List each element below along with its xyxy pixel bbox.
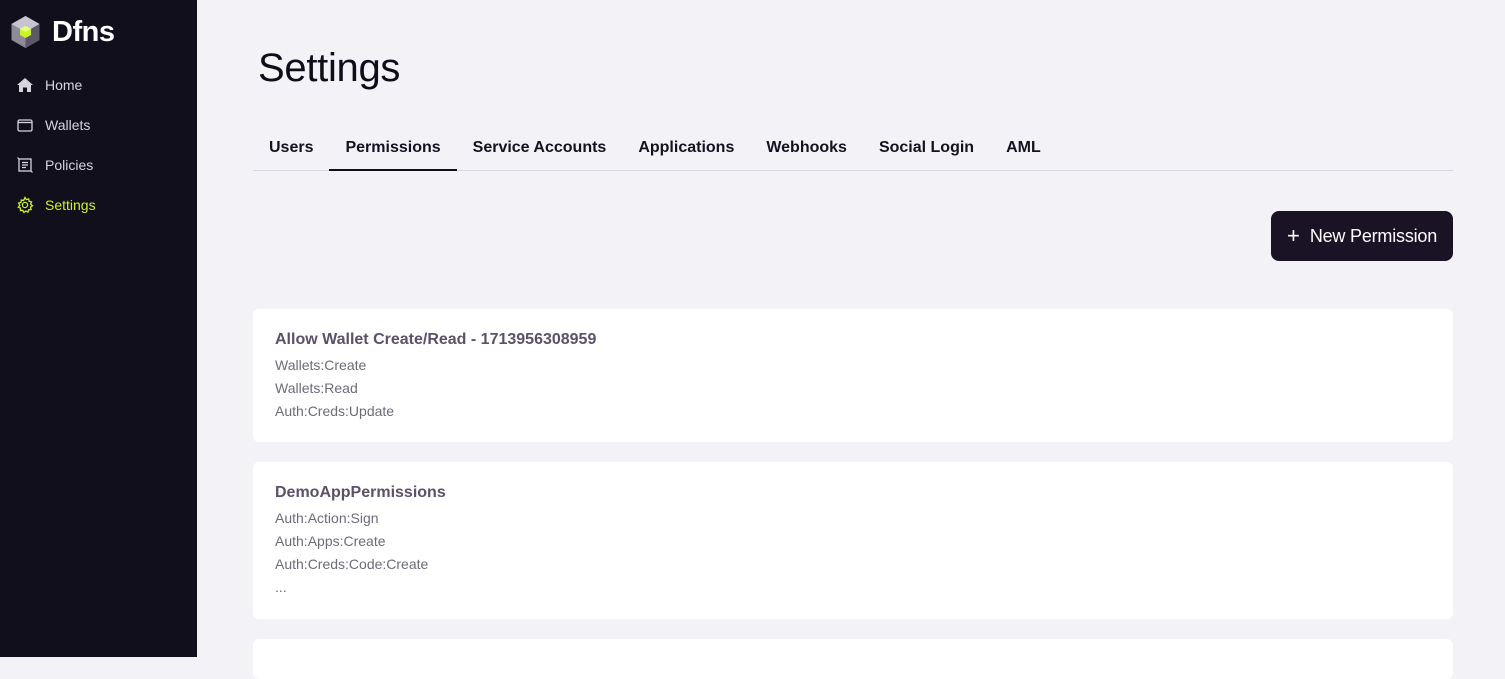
sidebar-item-label: Settings bbox=[45, 197, 96, 213]
permission-operation: Wallets:Create bbox=[275, 357, 367, 373]
permission-operation: Wallets:Read bbox=[275, 380, 358, 396]
page-title: Settings bbox=[258, 46, 401, 90]
sidebar-item-label: Policies bbox=[45, 157, 94, 173]
permission-card[interactable]: DemoAppPermissions Auth:Action:Sign Auth… bbox=[253, 462, 1453, 619]
sidebar-item-home[interactable]: Home bbox=[0, 65, 197, 105]
tab-social-login[interactable]: Social Login bbox=[863, 126, 990, 170]
home-icon bbox=[16, 76, 34, 94]
permission-card[interactable]: Allow Wallet Create/Read - 1713956308959… bbox=[253, 309, 1453, 442]
permission-title: Allow Wallet Create/Read - 1713956308959 bbox=[275, 331, 597, 348]
dfns-logo-icon bbox=[11, 16, 40, 48]
brand[interactable]: Dfns bbox=[10, 15, 115, 49]
sidebar-item-label: Wallets bbox=[45, 117, 91, 133]
permission-operation: Auth:Action:Sign bbox=[275, 510, 379, 526]
tab-aml[interactable]: AML bbox=[990, 126, 1057, 170]
sidebar: Dfns Home Wallets Policies Settings bbox=[0, 0, 197, 657]
main-content: Settings Users Permissions Service Accou… bbox=[197, 0, 1505, 679]
tab-applications[interactable]: Applications bbox=[622, 126, 750, 170]
new-permission-label: New Permission bbox=[1309, 225, 1438, 246]
wallet-icon bbox=[16, 116, 34, 134]
sidebar-item-label: Home bbox=[45, 77, 83, 93]
sidebar-item-policies[interactable]: Policies bbox=[0, 145, 197, 185]
permission-operation: Auth:Creds:Code:Create bbox=[275, 556, 429, 572]
settings-tabs: Users Permissions Service Accounts Appli… bbox=[253, 126, 1453, 171]
tab-permissions[interactable]: Permissions bbox=[329, 126, 457, 171]
permission-more: ... bbox=[275, 579, 287, 595]
sidebar-item-wallets[interactable]: Wallets bbox=[0, 105, 197, 145]
permission-title: DemoAppPermissions bbox=[275, 484, 446, 501]
permission-card[interactable] bbox=[253, 639, 1453, 679]
plus-icon: + bbox=[1286, 223, 1300, 248]
tab-service-accounts[interactable]: Service Accounts bbox=[457, 126, 623, 170]
permission-operation: Auth:Creds:Update bbox=[275, 403, 395, 419]
sidebar-nav: Home Wallets Policies Settings bbox=[0, 65, 197, 225]
sidebar-item-settings[interactable]: Settings bbox=[0, 185, 197, 225]
permission-operation: Auth:Apps:Create bbox=[275, 533, 386, 549]
tab-users[interactable]: Users bbox=[253, 126, 329, 170]
policies-icon bbox=[16, 156, 34, 174]
tab-webhooks[interactable]: Webhooks bbox=[750, 126, 863, 170]
gear-icon bbox=[16, 196, 34, 214]
new-permission-button[interactable]: + New Permission bbox=[1271, 211, 1453, 261]
brand-name: Dfns bbox=[52, 16, 115, 48]
